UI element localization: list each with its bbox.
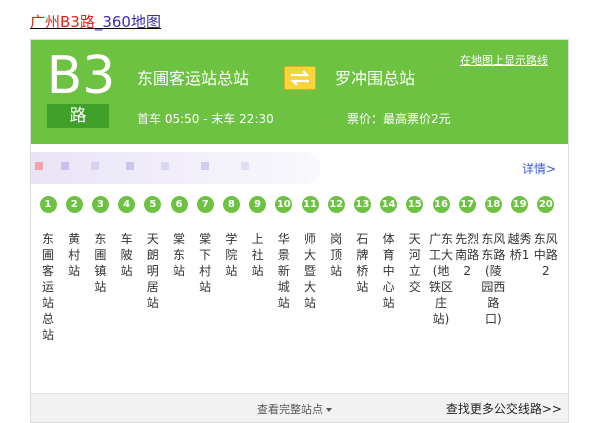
footer-bar: 查看完整站点 查找更多公交线路>> [31, 393, 568, 422]
stop-name: 天河立交 [408, 232, 421, 294]
stop-name: 广东工大(地铁区庄站) [428, 232, 453, 326]
stop-number: 19 [511, 196, 529, 213]
route-header: B3 路 东圃客运站总站 罗冲围总站 在地图上显示路线 首车 05:50 - 末… [31, 40, 568, 144]
stop-item[interactable]: 7 棠下村站 [192, 196, 218, 295]
caret-down-icon [326, 408, 332, 412]
stop-number: 4 [118, 196, 136, 213]
page-title-link[interactable]: 广州B3路_360地图 [30, 12, 161, 32]
stop-number: 12 [327, 196, 345, 213]
route-number: B3 [46, 46, 116, 106]
stop-list: 1 东圃客运站总站 2 黄村站 3 东圃镇站 4 车陂站 5 天朗明居站 6 棠东站 7 棠下村站 8 学院站… [35, 196, 563, 396]
stop-item[interactable]: 13 石牌桥站 [349, 196, 375, 295]
stop-number: 16 [432, 196, 450, 213]
stop-name: 岗顶站 [330, 232, 343, 278]
to-station: 罗冲围总站 [335, 69, 416, 88]
stop-number: 1 [39, 196, 57, 213]
blurred-info-bar [31, 152, 321, 184]
site-name: 360地图 [102, 13, 161, 31]
stop-number: 14 [380, 196, 398, 213]
stop-name: 体育中心站 [382, 232, 395, 310]
stop-name: 东圃镇站 [94, 232, 107, 294]
stop-name: 东风中路2 [533, 232, 558, 278]
stop-name: 车陂站 [120, 232, 133, 278]
stop-item[interactable]: 12 岗顶站 [323, 196, 349, 279]
route-suffix: 路 [47, 104, 109, 128]
stop-name: 越秀桥1 [507, 232, 532, 262]
stop-item[interactable]: 9 上社站 [245, 196, 271, 279]
stop-name: 上社站 [251, 232, 264, 278]
stop-number: 13 [353, 196, 371, 213]
view-all-label: 查看完整站点 [257, 403, 323, 416]
swap-arrows-icon [290, 70, 310, 86]
stop-name: 石牌桥站 [356, 232, 369, 294]
stop-item[interactable]: 19 越秀桥1 [507, 196, 533, 263]
from-station: 东圃客运站总站 [137, 69, 250, 88]
line-name: 广州B3路 [30, 13, 95, 31]
details-link[interactable]: 详情> [522, 160, 556, 177]
stop-item[interactable]: 2 黄村站 [61, 196, 87, 279]
view-all-stops-button[interactable]: 查看完整站点 [257, 401, 332, 417]
stop-name: 师大暨大站 [303, 232, 316, 310]
stop-number: 5 [144, 196, 162, 213]
stop-number: 15 [406, 196, 424, 213]
stop-item[interactable]: 8 学院站 [218, 196, 244, 279]
show-on-map-link[interactable]: 在地图上显示路线 [460, 52, 548, 68]
stop-number: 10 [275, 196, 293, 213]
stop-name: 棠东站 [172, 232, 185, 278]
stop-name: 东圃客运站总站 [41, 232, 54, 342]
stop-number: 3 [91, 196, 109, 213]
stop-item[interactable]: 20 东风中路2 [533, 196, 559, 279]
stop-name: 学院站 [225, 232, 238, 278]
stop-number: 18 [484, 196, 502, 213]
stop-item[interactable]: 1 东圃客运站总站 [35, 196, 61, 343]
stop-number: 20 [537, 196, 555, 213]
service-times: 首车 05:50 - 末车 22:30 [137, 112, 274, 126]
stop-number: 17 [458, 196, 476, 213]
bus-route-card: B3 路 东圃客运站总站 罗冲围总站 在地图上显示路线 首车 05:50 - 末… [30, 39, 569, 423]
stop-name: 天朗明居站 [146, 232, 159, 310]
fare-info: 票价：最高票价2元 [347, 112, 451, 126]
stop-number: 11 [301, 196, 319, 213]
stop-name: 棠下村站 [199, 232, 212, 294]
stop-item[interactable]: 17 先烈南路2 [454, 196, 480, 279]
find-more-routes-link[interactable]: 查找更多公交线路>> [446, 400, 562, 417]
stop-item[interactable]: 11 师大暨大站 [297, 196, 323, 311]
stop-number: 7 [196, 196, 214, 213]
stop-item[interactable]: 5 天朗明居站 [140, 196, 166, 311]
stop-number: 6 [170, 196, 188, 213]
stop-item[interactable]: 15 天河立交 [402, 196, 428, 295]
stop-item[interactable]: 3 东圃镇站 [87, 196, 113, 295]
stop-item[interactable]: 6 棠东站 [166, 196, 192, 279]
stop-item[interactable]: 10 华景新城站 [271, 196, 297, 311]
stop-number: 2 [65, 196, 83, 213]
stop-item[interactable]: 18 东风东路(陵园西路口) [480, 196, 506, 327]
stop-name: 黄村站 [68, 232, 81, 278]
stop-item[interactable]: 16 广东工大(地铁区庄站) [428, 196, 454, 327]
stop-number: 9 [249, 196, 267, 213]
stop-number: 8 [222, 196, 240, 213]
stop-name: 先烈南路2 [455, 232, 480, 278]
stop-item[interactable]: 4 车陂站 [114, 196, 140, 279]
stop-item[interactable]: 14 体育中心站 [376, 196, 402, 311]
stop-name: 华景新城站 [277, 232, 290, 310]
swap-direction-button[interactable] [284, 66, 316, 90]
stop-name: 东风东路(陵园西路口) [481, 232, 506, 326]
